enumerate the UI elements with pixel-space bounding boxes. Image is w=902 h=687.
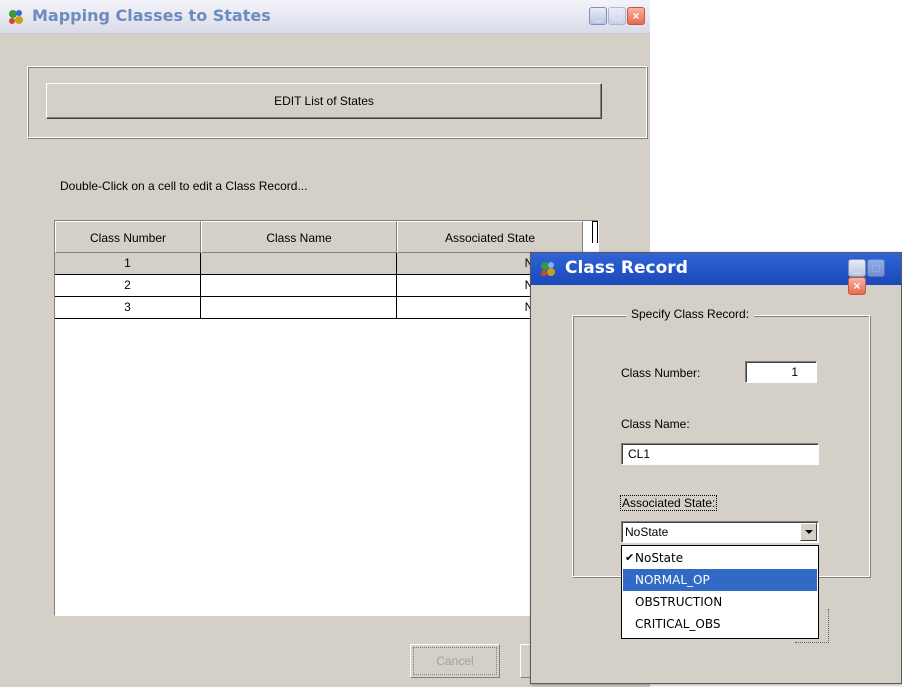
- table-header: Class Number Class Name Associated State: [55, 221, 583, 253]
- cell-class-name[interactable]: [201, 275, 397, 297]
- maximize-icon[interactable]: □: [867, 259, 885, 277]
- cell-class-name[interactable]: [201, 253, 397, 275]
- table-row[interactable]: 1 NoState: [55, 253, 583, 275]
- close-icon[interactable]: ×: [848, 277, 866, 295]
- dialog-titlebar[interactable]: Class Record _ □ ×: [531, 253, 901, 295]
- class-name-field[interactable]: CL1: [621, 443, 819, 465]
- state-dropdown-list[interactable]: ✔ NoState NORMAL_OP OBSTRUCTION CRITICAL…: [621, 545, 819, 639]
- dialog-window-controls: _ □ ×: [847, 259, 901, 295]
- dropdown-option-normal-op[interactable]: NORMAL_OP: [623, 569, 817, 591]
- table-row[interactable]: 2 NoState: [55, 275, 583, 297]
- maximize-icon[interactable]: □: [608, 7, 626, 25]
- dropdown-option-nostate[interactable]: ✔ NoState: [623, 547, 817, 569]
- column-header-class-number[interactable]: Class Number: [55, 221, 201, 253]
- class-number-field[interactable]: 1: [745, 361, 817, 383]
- app-icon: [541, 262, 555, 276]
- dropdown-button[interactable]: [800, 523, 817, 541]
- class-number-label: Class Number:: [621, 366, 701, 380]
- main-window-title: Mapping Classes to States: [32, 6, 271, 25]
- column-header-associated-state[interactable]: Associated State: [397, 221, 583, 253]
- class-record-dialog: Class Record _ □ × Specify Class Record: C…: [530, 252, 902, 684]
- group-caption: Specify Class Record:: [626, 307, 755, 321]
- associated-state-select[interactable]: NoState: [621, 521, 819, 543]
- dropdown-option-critical-obs[interactable]: CRITICAL_OBS: [623, 613, 817, 635]
- cell-class-name[interactable]: [201, 297, 397, 319]
- minimize-icon[interactable]: _: [848, 259, 866, 277]
- cancel-button[interactable]: Cancel: [410, 644, 500, 678]
- main-window-controls: _ □ ×: [588, 7, 645, 25]
- class-name-label: Class Name:: [621, 417, 690, 431]
- close-icon[interactable]: ×: [627, 7, 645, 25]
- app-icon: [9, 10, 23, 24]
- minimize-icon[interactable]: _: [589, 7, 607, 25]
- scrollbar-corner: [592, 221, 598, 243]
- cell-class-number[interactable]: 1: [55, 253, 201, 275]
- select-value: NoState: [625, 525, 669, 539]
- class-table[interactable]: Class Number Class Name Associated State…: [54, 220, 599, 616]
- chevron-down-icon: [805, 530, 813, 534]
- check-icon: ✔: [625, 551, 635, 564]
- dropdown-option-obstruction[interactable]: OBSTRUCTION: [623, 591, 817, 613]
- dialog-ok-button-edge[interactable]: [795, 609, 829, 643]
- associated-state-label: Associated State:: [619, 495, 718, 511]
- table-row[interactable]: 3 NoState: [55, 297, 583, 319]
- main-titlebar[interactable]: Mapping Classes to States _ □ ×: [0, 0, 650, 34]
- dialog-title: Class Record: [565, 258, 688, 278]
- column-header-class-name[interactable]: Class Name: [201, 221, 397, 253]
- cell-class-number[interactable]: 2: [55, 275, 201, 297]
- instruction-text: Double-Click on a cell to edit a Class R…: [60, 179, 308, 193]
- edit-states-button[interactable]: EDIT List of States: [46, 83, 602, 119]
- cell-class-number[interactable]: 3: [55, 297, 201, 319]
